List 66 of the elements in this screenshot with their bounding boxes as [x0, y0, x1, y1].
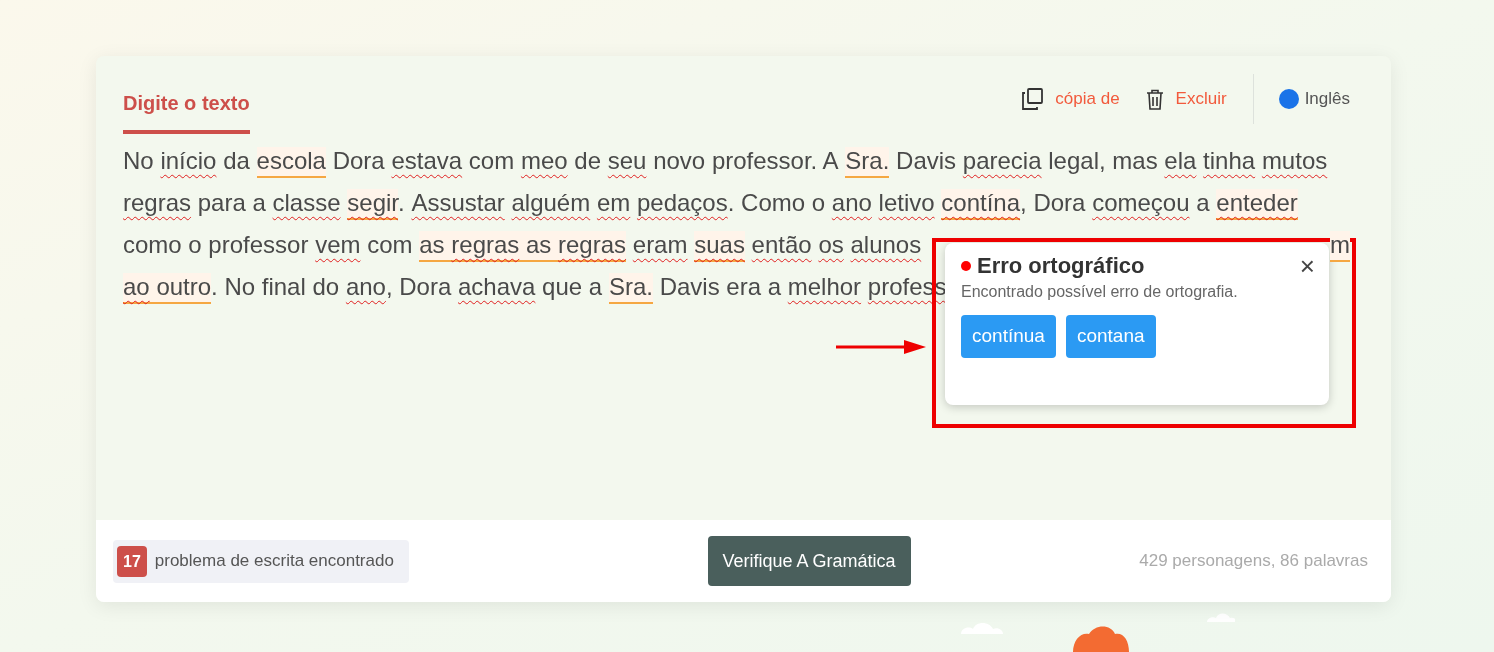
misspelled-word[interactable]: ela: [1157, 147, 1197, 174]
text-run: Dora: [331, 147, 385, 174]
misspelled-word[interactable]: classe: [265, 189, 341, 216]
issues-label: problema de escrita encontrado: [154, 550, 394, 573]
text-run: que a: [541, 273, 603, 300]
flagged-phrase[interactable]: escola: [256, 147, 326, 178]
close-button[interactable]: ×: [1299, 252, 1315, 279]
misspelled-word[interactable]: alunos: [843, 231, 922, 258]
misspelled-word[interactable]: parecia: [956, 147, 1042, 174]
text-run: a: [1195, 189, 1210, 216]
flagged-phrase[interactable]: segir: [347, 189, 398, 220]
text-run: de: [573, 147, 602, 174]
misspelled-word[interactable]: ano: [339, 273, 386, 300]
misspelled-word[interactable]: ano: [825, 189, 872, 216]
text-run: .: [398, 189, 405, 216]
misspelled-word[interactable]: achava: [451, 273, 536, 300]
text-run: , Dora: [1020, 189, 1086, 216]
flagged-phrase[interactable]: Sra.: [608, 273, 653, 304]
misspelled-word[interactable]: seu: [601, 147, 647, 174]
misspelled-word[interactable]: Assustar: [404, 189, 505, 216]
text-run: Davis: [895, 147, 957, 174]
misspelled-word[interactable]: regras: [123, 189, 192, 216]
copy-icon: [1021, 88, 1044, 110]
misspelled-word[interactable]: mutos: [1255, 147, 1328, 174]
flagged-phrase[interactable]: contína: [941, 189, 1021, 220]
text-run: legal, mas: [1047, 147, 1158, 174]
flagged-phrase[interactable]: suas: [694, 231, 745, 262]
text-run: da: [222, 147, 250, 174]
misspelled-word[interactable]: meo: [514, 147, 568, 174]
tab[interactable]: Digite o texto: [123, 74, 250, 134]
misspelled-word[interactable]: eram: [626, 231, 688, 258]
popup-title: Erro ortográfico: [977, 252, 1145, 280]
popup-description: Encontrado possível erro de ortografia.: [961, 282, 1239, 302]
misspelled-word[interactable]: pedaços: [630, 189, 728, 216]
text-run: com: [467, 147, 515, 174]
misspelled-word[interactable]: melhor: [781, 273, 862, 300]
flagged-phrase[interactable]: ao outro: [123, 273, 212, 304]
flagged-phrase[interactable]: enteder: [1216, 189, 1298, 220]
misspelled-word[interactable]: estava: [384, 147, 463, 174]
misspelled-word[interactable]: tinha: [1196, 147, 1256, 174]
misspelled-word[interactable]: os: [811, 231, 844, 258]
text-run: No: [123, 147, 154, 174]
misspelled-word[interactable]: vem: [308, 231, 361, 258]
language-button[interactable]: Inglês: [1278, 86, 1350, 112]
misspelled-word[interactable]: começou: [1085, 189, 1190, 216]
arrow-icon: [836, 340, 926, 354]
misspelled-word[interactable]: alguém: [504, 189, 591, 216]
flagged-phrase[interactable]: m: [1330, 231, 1350, 262]
text-run: , Dora: [385, 273, 452, 300]
misspelled-word[interactable]: letivo: [871, 189, 935, 216]
misspelled-word[interactable]: início: [153, 147, 217, 174]
misspelled-word[interactable]: em: [590, 189, 631, 216]
character-word-count: 429 personagens, 86 palavras: [1139, 550, 1368, 573]
text-run: para a: [196, 189, 266, 216]
text-run: como o professor: [123, 231, 309, 258]
misspelled-word[interactable]: então: [744, 231, 812, 258]
text-run: com: [366, 231, 413, 258]
text-run: . Como o: [727, 189, 826, 216]
flagged-phrase[interactable]: Sra.: [845, 147, 890, 178]
issue-count-badge: 17: [117, 545, 147, 577]
text-run: Davis era a: [658, 273, 781, 300]
text-run: novo professor. A: [652, 147, 839, 174]
text-run: . No final do: [211, 273, 340, 300]
check-grammar-button[interactable]: Verifique A Gramática: [707, 536, 911, 586]
flagged-phrase[interactable]: as regras as regras: [419, 231, 627, 262]
trash-icon: [1145, 88, 1164, 110]
